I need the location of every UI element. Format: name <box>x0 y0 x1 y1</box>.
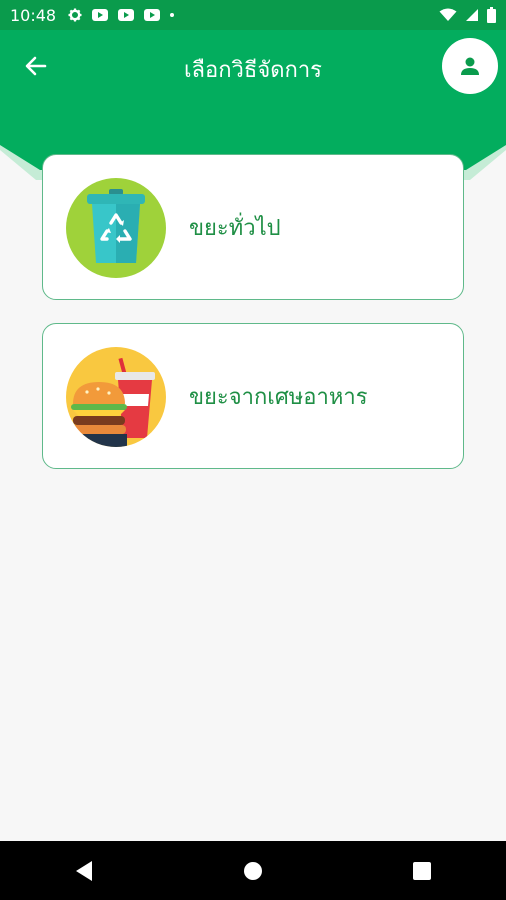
nav-back-button[interactable] <box>54 851 114 891</box>
battery-icon <box>487 7 496 23</box>
profile-button[interactable] <box>442 38 498 94</box>
general-waste-label: ขยะทั่วไป <box>189 215 281 241</box>
general-waste-option[interactable]: ขยะทั่วไป <box>42 154 464 300</box>
youtube-icon <box>118 9 135 21</box>
notification-icons <box>68 8 175 22</box>
triangle-back-icon <box>76 860 93 881</box>
status-bar: 10:48 <box>0 0 506 30</box>
nav-home-button[interactable] <box>223 851 283 891</box>
signal-icon <box>466 9 478 21</box>
square-recents-icon <box>412 861 431 880</box>
navigation-bar <box>0 841 506 900</box>
status-time: 10:48 <box>10 5 57 25</box>
youtube-icon <box>92 9 109 21</box>
recycle-bin-icon <box>66 178 166 278</box>
page-title: เลือกวิธีจัดการ <box>184 58 322 83</box>
nav-recents-button[interactable] <box>392 851 452 891</box>
system-icons <box>439 7 496 23</box>
food-waste-option[interactable]: ขยะจากเศษอาหาร <box>42 323 464 469</box>
food-waste-label: ขยะจากเศษอาหาร <box>189 384 368 410</box>
settings-icon <box>68 8 82 22</box>
person-icon <box>461 57 479 75</box>
circle-home-icon <box>243 861 262 880</box>
wifi-icon <box>439 8 457 21</box>
burger-drink-icon <box>66 347 166 447</box>
more-notifications-icon <box>170 13 175 17</box>
app-screen: 10:48 เลือกวิธีจัดการ ขยะทั่วไป ขยะจากเศ… <box>0 0 506 900</box>
youtube-icon <box>144 9 161 21</box>
